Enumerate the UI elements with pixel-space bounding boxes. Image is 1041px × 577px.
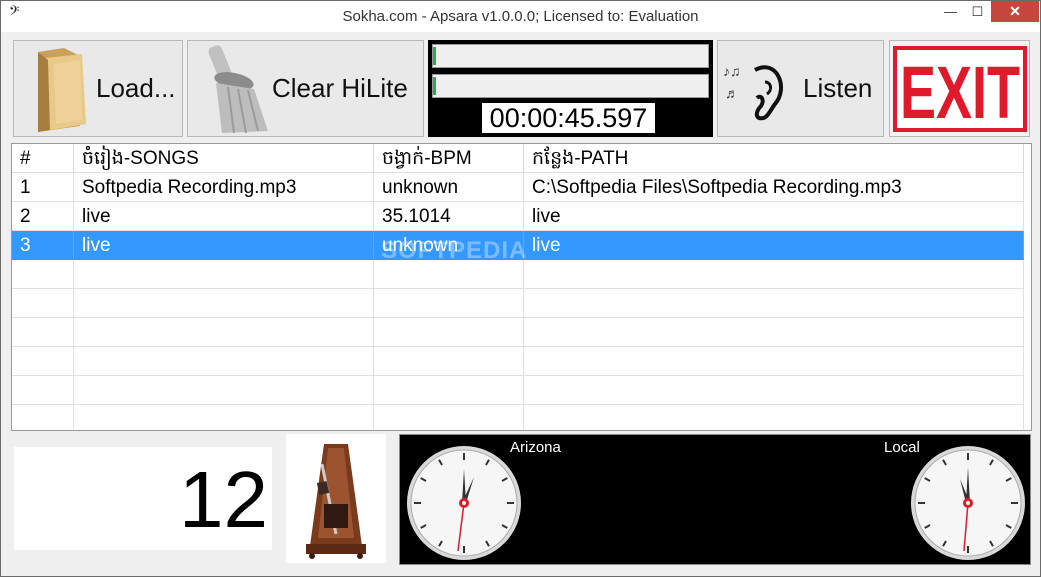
right-level-fill [433,77,436,95]
clear-hilite-button[interactable]: Clear HiLite [187,40,424,137]
folder-icon [38,47,86,132]
close-button[interactable]: ✕ [991,1,1039,22]
clear-hilite-label: Clear HiLite [272,73,408,103]
row-song: Softpedia Recording.mp3 [74,173,374,202]
table-row[interactable]: 1 Softpedia Recording.mp3 unknown C:\Sof… [12,173,1031,202]
left-level-bar [432,44,709,68]
time-display: 00:00:45.597 [482,103,655,133]
table-row[interactable]: 2 live 35.1014 live [12,202,1031,231]
local-clock [911,446,1025,560]
svg-text:♪♫: ♪♫ [723,63,741,79]
load-label: Load... [96,73,176,103]
minimize-button[interactable]: — [937,1,964,22]
row-number: 2 [12,202,74,231]
row-number: 1 [12,173,74,202]
row-number: 3 [12,231,74,260]
table-row-empty[interactable] [12,405,1031,430]
col-songs-header[interactable]: ចំរៀង-SONGS [74,144,374,173]
arizona-clock [407,446,521,560]
table-row-empty[interactable] [12,347,1031,376]
title-bar: 𝄢 Sokha.com - Apsara v1.0.0.0; Licensed … [1,1,1040,32]
listen-label: Listen [803,73,873,103]
metronome-button[interactable] [286,434,386,563]
right-level-bar [432,74,709,98]
counter-value: 12 [179,455,268,544]
level-meter: 00:00:45.597 [428,40,713,137]
table-row-empty[interactable] [12,376,1031,405]
listen-button[interactable]: ♪♫ ♬ Listen [717,40,884,137]
beat-counter: 12 [14,447,272,550]
col-number-header[interactable]: # [12,144,74,173]
row-bpm: 35.1014 [374,202,524,231]
svg-text:♬: ♬ [725,85,739,101]
maximize-button[interactable]: ☐ [964,1,991,22]
row-path: C:\Softpedia Files\Softpedia Recording.m… [524,173,1024,202]
softpedia-watermark: SOFTPEDIA [381,237,528,264]
table-header: # ចំរៀង-SONGS ចង្វាក់-BPM កន្លែង-PATH [12,144,1031,173]
song-table[interactable]: # ចំរៀង-SONGS ចង្វាក់-BPM កន្លែង-PATH 1 … [11,143,1032,431]
broom-icon [208,45,268,134]
row-path: live [524,202,1024,231]
exit-sign-icon: EXIT [892,45,1027,132]
table-row-empty[interactable] [12,318,1031,347]
exit-label: EXIT [900,51,1020,132]
load-button[interactable]: Load... [13,40,183,137]
exit-button[interactable]: EXIT [889,40,1030,137]
col-path-header[interactable]: កន្លែង-PATH [524,144,1024,173]
app-window: 𝄢 Sokha.com - Apsara v1.0.0.0; Licensed … [0,0,1041,577]
ear-music-icon: ♪♫ ♬ [723,63,783,120]
table-row-empty[interactable] [12,289,1031,318]
col-bpm-header[interactable]: ចង្វាក់-BPM [374,144,524,173]
row-song: live [74,202,374,231]
row-song: live [74,231,374,260]
clock-panel: Arizona Local [399,434,1031,565]
window-title: Sokha.com - Apsara v1.0.0.0; Licensed to… [342,8,699,25]
row-bpm: unknown [374,173,524,202]
row-path: live [524,231,1024,260]
left-level-fill [433,47,436,65]
metronome-icon [306,444,366,559]
